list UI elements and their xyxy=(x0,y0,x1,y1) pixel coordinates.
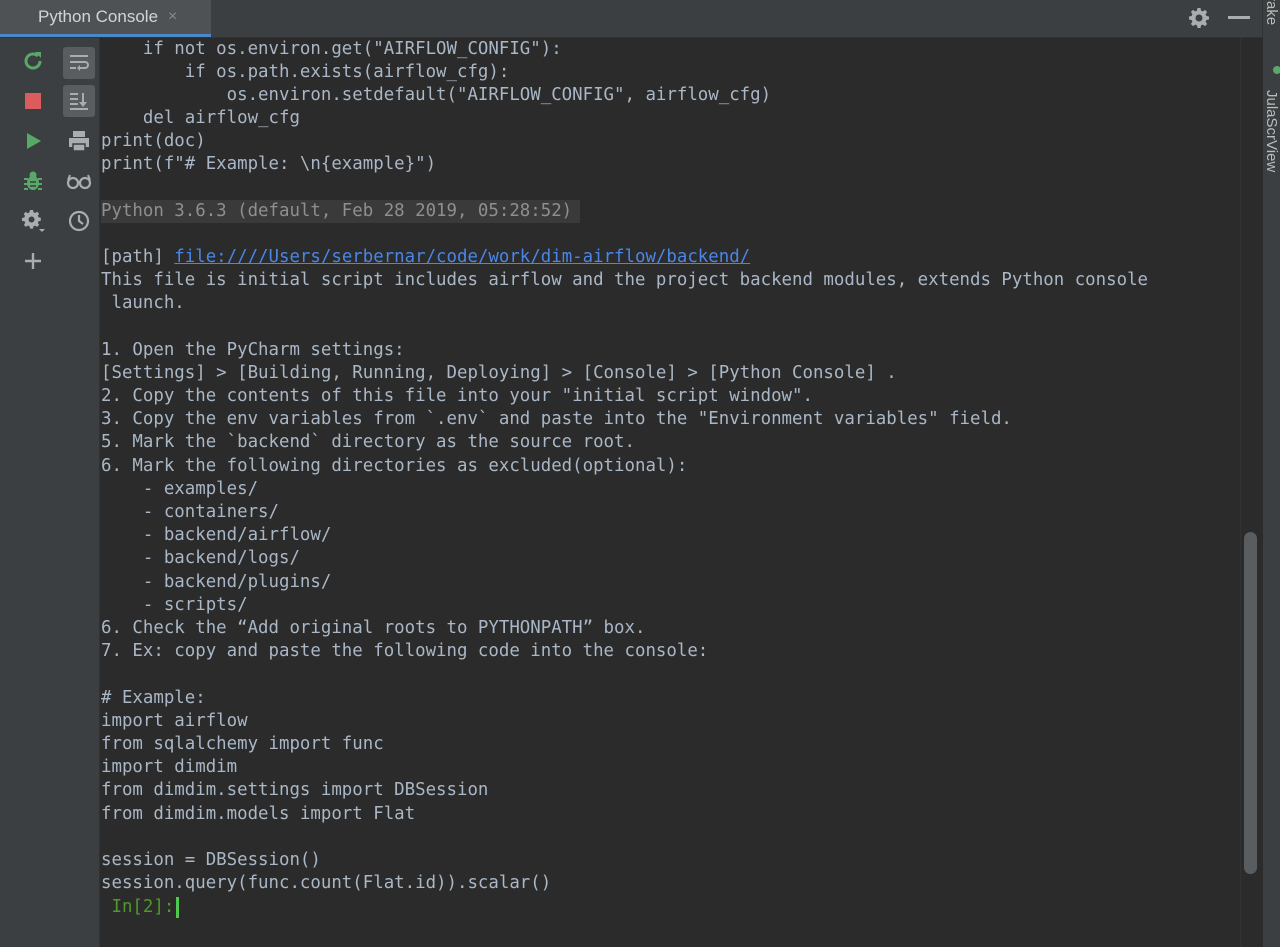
minimize-icon[interactable] xyxy=(1228,16,1250,19)
close-icon[interactable]: × xyxy=(168,8,177,26)
console-tab-bar: Python Console × xyxy=(0,0,1262,38)
output-line: - examples/ xyxy=(101,479,259,499)
scroll-to-end-icon[interactable] xyxy=(63,85,95,117)
code-line: os.environ.setdefault("AIRFLOW_CONFIG", … xyxy=(101,85,772,105)
stripe-label-tool[interactable]: JulaScrView xyxy=(1263,90,1280,172)
output-line: - containers/ xyxy=(101,502,279,522)
output-line: [Settings] > [Building, Running, Deployi… xyxy=(101,363,897,383)
output-line: session = DBSession() xyxy=(101,850,321,870)
output-line: 2. Copy the contents of this file into y… xyxy=(101,386,813,406)
add-icon[interactable] xyxy=(19,247,47,275)
output-line: This file is initial script includes air… xyxy=(101,270,1149,290)
output-line: - backend/plugins/ xyxy=(101,572,332,592)
output-line: 6. Check the “Add original roots to PYTH… xyxy=(101,618,646,638)
console-view-toolbar xyxy=(56,38,100,947)
tab-label: Python Console xyxy=(38,7,159,26)
console-output[interactable]: if not os.environ.get("AIRFLOW_CONFIG"):… xyxy=(100,38,1240,947)
code-line: print(f"# Example: \n{example}") xyxy=(101,154,437,174)
code-line: print(doc) xyxy=(101,131,206,151)
input-prompt[interactable]: In[2]: xyxy=(101,896,180,919)
code-line: del airflow_cfg xyxy=(101,108,300,128)
output-line: from sqlalchemy import func xyxy=(101,734,384,754)
output-line: launch. xyxy=(101,293,185,313)
code-line: if os.path.exists(airflow_cfg): xyxy=(101,62,510,82)
gear-icon[interactable] xyxy=(1187,6,1211,30)
soft-wrap-icon[interactable] xyxy=(63,47,95,79)
history-icon[interactable] xyxy=(65,207,93,235)
path-line: [path] file:////Users/serbernar/code/wor… xyxy=(101,246,750,269)
output-line: # Example: xyxy=(101,688,206,708)
code-line: if not os.environ.get("AIRFLOW_CONFIG"): xyxy=(101,39,562,59)
output-line: from dimdim.models import Flat xyxy=(101,804,416,824)
output-line: 7. Ex: copy and paste the following code… xyxy=(101,641,709,661)
output-line: - scripts/ xyxy=(101,595,248,615)
settings-icon[interactable] xyxy=(19,207,47,235)
print-icon[interactable] xyxy=(65,127,93,155)
tab-python-console[interactable]: Python Console × xyxy=(0,0,211,37)
output-line: - backend/airflow/ xyxy=(101,525,332,545)
output-line: session.query(func.count(Flat.id)).scala… xyxy=(101,873,552,893)
prompt-label: In[2]: xyxy=(101,897,175,917)
output-line: - backend/logs/ xyxy=(101,548,300,568)
output-line: import airflow xyxy=(101,711,248,731)
output-line: from dimdim.settings import DBSession xyxy=(101,780,489,800)
run-icon[interactable] xyxy=(19,127,47,155)
output-line: 3. Copy the env variables from `.env` an… xyxy=(101,409,1012,429)
status-dot-icon xyxy=(1273,66,1280,74)
console-actions-toolbar xyxy=(0,38,56,947)
scrollbar-thumb[interactable] xyxy=(1244,532,1257,874)
path-label: [path] xyxy=(101,247,175,267)
view-variables-icon[interactable] xyxy=(65,167,93,195)
output-line: 5. Mark the `backend` directory as the s… xyxy=(101,432,635,452)
python-version-line: Python 3.6.3 (default, Feb 28 2019, 05:2… xyxy=(101,200,581,223)
right-tool-stripe: rake JulaScrView xyxy=(1262,0,1280,947)
output-line: import dimdim xyxy=(101,757,238,777)
text-cursor xyxy=(176,896,180,918)
stripe-label-top[interactable]: rake xyxy=(1263,0,1280,25)
stop-icon[interactable] xyxy=(19,87,47,115)
output-line: 1. Open the PyCharm settings: xyxy=(101,340,405,360)
rerun-icon[interactable] xyxy=(19,47,47,75)
path-link[interactable]: file:////Users/serbernar/code/work/dim-a… xyxy=(174,247,750,267)
debug-icon[interactable] xyxy=(19,167,47,195)
output-line: 6. Mark the following directories as exc… xyxy=(101,456,688,476)
